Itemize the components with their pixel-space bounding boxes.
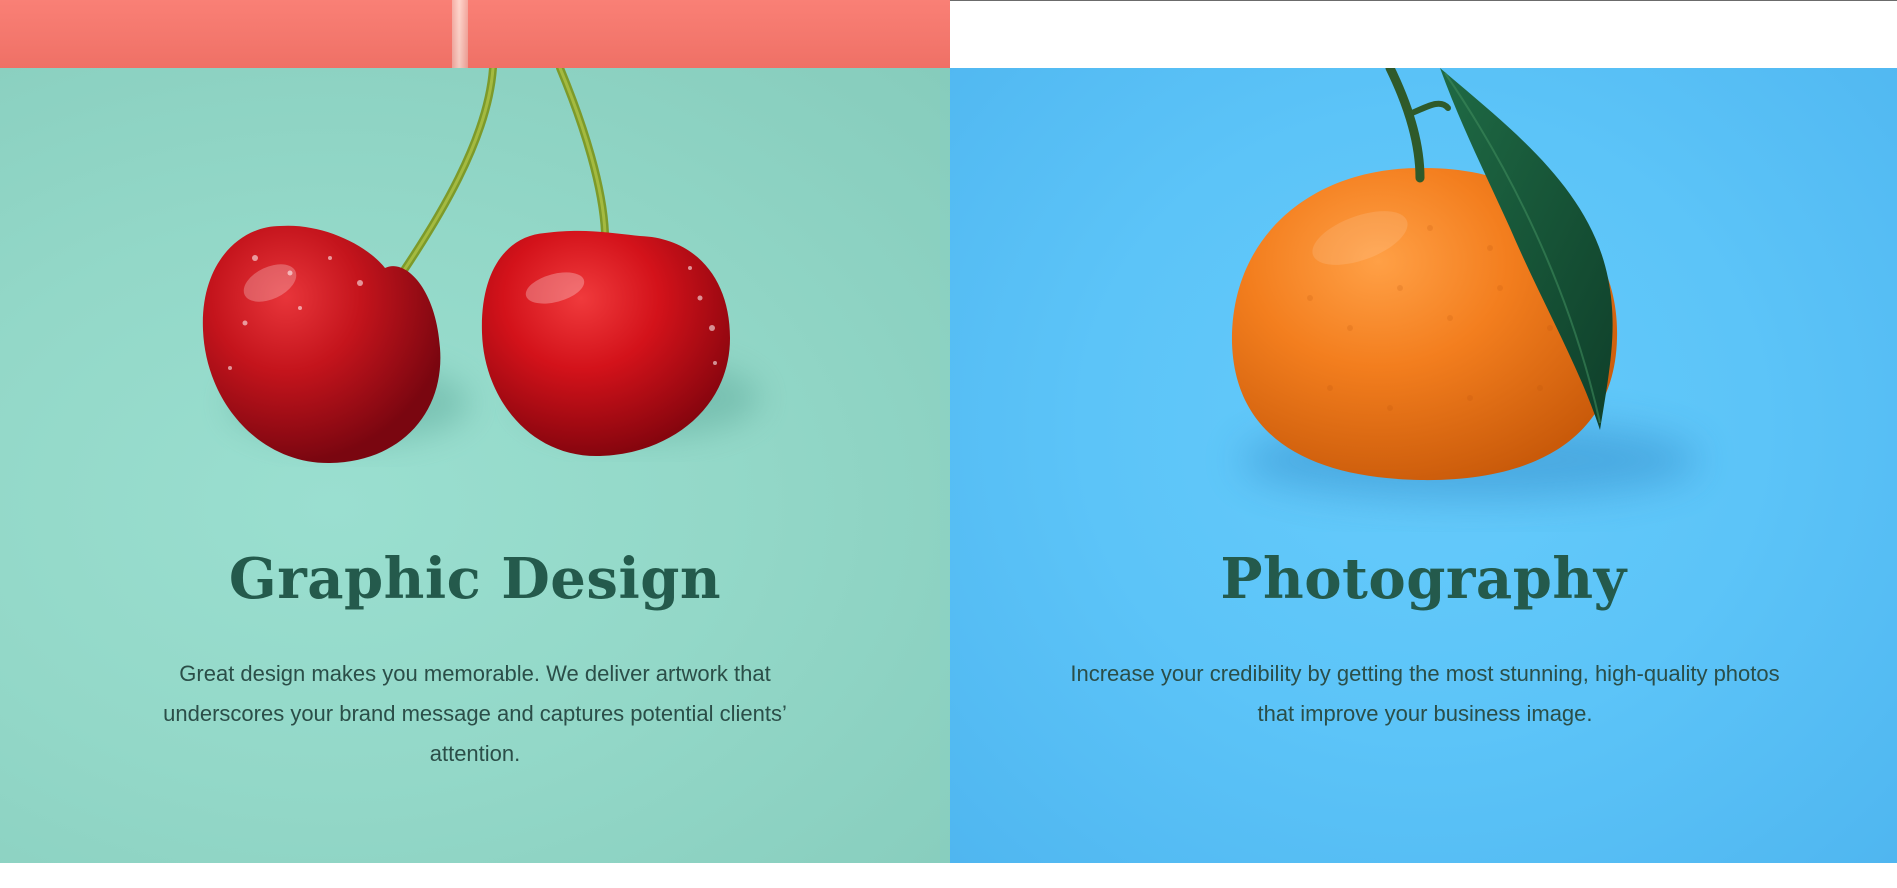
top-banner-image: [0, 0, 950, 68]
service-title: Photography: [1220, 546, 1627, 612]
service-card-graphic-design: Graphic Design Great design makes you me…: [0, 68, 950, 863]
orange-photo: [1231, 68, 1700, 500]
top-blank-area: [950, 0, 1897, 68]
service-description: Great design makes you memorable. We del…: [163, 661, 787, 766]
service-title: Graphic Design: [228, 546, 722, 612]
service-description: Increase your credibility by getting the…: [1070, 661, 1780, 726]
service-card-photography: Photography Increase your credibility by…: [950, 68, 1897, 863]
